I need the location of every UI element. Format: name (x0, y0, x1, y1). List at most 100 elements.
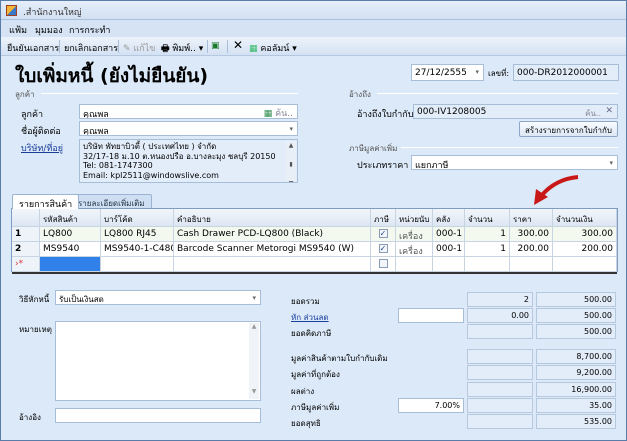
menu-action[interactable]: การกระทำ (69, 23, 110, 37)
column-header-description[interactable]: คำอธิบาย (174, 209, 371, 227)
ref-invoice-field[interactable]: 000-IV1208005ค้น..✕ (413, 104, 618, 119)
column-header-quantity[interactable]: จำนวน (465, 209, 510, 227)
menu-file[interactable]: แฟ้ม (9, 23, 27, 37)
date-picker[interactable]: 27/12/2555▾ (411, 64, 484, 81)
reference-input[interactable] (55, 408, 261, 423)
customer-search[interactable]: ▦ ค้น.. (264, 106, 293, 119)
column-header-product-code[interactable]: รหัสสินค้า (40, 209, 101, 227)
confirm-document-button[interactable]: ยืนยันเอกสาร (7, 41, 59, 55)
vat-count (467, 398, 533, 413)
cell-tax[interactable]: ✓ (371, 227, 396, 242)
cell-row-number[interactable]: 2 (12, 242, 40, 257)
note-scrollbar[interactable]: ▲▼ (249, 323, 259, 399)
cell-description[interactable]: Barcode Scanner Metorogi MS9540 (W) (174, 242, 371, 257)
tax-checkbox[interactable] (379, 259, 388, 268)
net-total-amount: 535.00 (536, 414, 616, 429)
correct-value-count (467, 365, 533, 380)
column-header-tax[interactable]: ภาษี (371, 209, 396, 227)
new-row-price[interactable] (510, 257, 553, 272)
new-row-amount[interactable] (553, 257, 617, 272)
print-button[interactable]: 🖶 พิมพ์.. ▾ (161, 41, 203, 57)
price-type-label: ประเภทราคา (357, 158, 408, 172)
column-header-price[interactable]: ราคา (510, 209, 553, 227)
cell-barcode[interactable]: LQ800 RJ45 (101, 227, 174, 242)
cell-barcode[interactable]: MS9540-1-C4800 (101, 242, 174, 257)
new-row-warehouse[interactable] (433, 257, 465, 272)
page-title: ใบเพิ่มหนี้ (ยังไม่ยืนยัน) (15, 61, 208, 91)
menu-view[interactable]: มุมมอง (35, 23, 63, 37)
tab-items[interactable]: รายการสินค้า (12, 194, 79, 209)
items-grid: รหัสสินค้าบาร์โค้ดคำอธิบายภาษีหน่วยนับคล… (11, 208, 618, 272)
deduction-method-label: วิธีหักหนี้ (19, 293, 49, 306)
delete-icon[interactable]: ✕ (233, 38, 243, 52)
customer-section-label: ลูกค้า (15, 88, 35, 101)
new-row-description[interactable] (174, 257, 371, 272)
excel-export-icon[interactable]: ▣ (211, 41, 220, 51)
difference-label: ผลต่าง (291, 385, 314, 398)
address-textarea[interactable]: บริษัท พัทยาบิวตี้ ( ประเทศไทย ) จำกัด 3… (79, 139, 298, 183)
reference-section-label: อ้างถึง (349, 88, 371, 101)
vat-section-label: ภาษีมูลค่าเพิ่ม (349, 142, 397, 155)
address-scrollbar[interactable]: ▲▮▼ (286, 141, 296, 181)
correct-value-label: มูลค่าที่ถูกต้อง (291, 368, 340, 381)
edit-button[interactable]: ✎ แก้ไข (123, 41, 155, 55)
column-header-barcode[interactable]: บาร์โค้ด (101, 209, 174, 227)
contact-dropdown[interactable]: คุณพล▾ (79, 121, 298, 136)
vat-amount: 35.00 (536, 398, 616, 413)
difference-count (467, 382, 533, 397)
new-row-product-code[interactable] (40, 257, 101, 272)
cell-unit[interactable]: เครื่อง (396, 227, 433, 242)
tax-checkbox[interactable]: ✓ (379, 229, 388, 238)
cell-amount[interactable]: 200.00 (553, 242, 617, 257)
ref-search[interactable]: ค้น.. (585, 107, 601, 119)
cell-quantity[interactable]: 1 (465, 242, 510, 257)
clear-icon[interactable]: ✕ (605, 106, 613, 116)
deduction-method-dropdown[interactable]: รับเป็นเงินสด▾ (55, 290, 261, 305)
discount-label[interactable]: หัก ส่วนลด (291, 311, 329, 324)
cell-description[interactable]: Cash Drawer PCD-LQ800 (Black) (174, 227, 371, 242)
note-label: หมายเหตุ (19, 323, 52, 336)
tax-checkbox[interactable]: ✓ (379, 244, 388, 253)
note-textarea[interactable]: ▲▼ (55, 321, 261, 401)
cell-price[interactable]: 200.00 (510, 242, 553, 257)
columns-button[interactable]: ▦ คอลัมน์ ▾ (249, 41, 297, 55)
cell-unit[interactable]: เครื่อง (396, 242, 433, 257)
discount-input[interactable] (398, 308, 464, 323)
new-row-unit[interactable] (396, 257, 433, 272)
customer-field[interactable]: คุณพล▦ ค้น.. (79, 104, 298, 119)
vat-input[interactable]: 7.00% (398, 398, 464, 413)
original-value-label: มูลค่าสินค้าตามใบกำกับเดิม (291, 352, 388, 365)
price-type-dropdown[interactable]: แยกภาษี▾ (411, 155, 618, 170)
discount-amount: 500.00 (536, 308, 616, 323)
cell-product-code[interactable]: MS9540 (40, 242, 101, 257)
new-row-barcode[interactable] (101, 257, 174, 272)
menu-bar: แฟ้ม มุมมอง การกระทำ (1, 20, 626, 37)
correct-value-amount: 9,200.00 (536, 365, 616, 380)
chevron-down-icon: ▾ (475, 68, 479, 76)
cell-product-code[interactable]: LQ800 (40, 227, 101, 242)
cell-amount[interactable]: 300.00 (553, 227, 617, 242)
cell-row-number[interactable]: 1 (12, 227, 40, 242)
cell-quantity[interactable]: 1 (465, 227, 510, 242)
tab-details[interactable]: รายละเอียดเพิ่มเติม (71, 194, 152, 209)
cell-warehouse[interactable]: 000-1 (433, 227, 465, 242)
column-header-amount[interactable]: จำนวนเงิน (553, 209, 617, 227)
cell-warehouse[interactable]: 000-1 (433, 242, 465, 257)
cell-price[interactable]: 300.00 (510, 227, 553, 242)
create-from-invoice-button[interactable]: สร้างรายการจากใบกำกับ (519, 121, 618, 137)
cancel-document-button[interactable]: ยกเลิกเอกสาร (64, 41, 118, 55)
column-header-warehouse[interactable]: คลัง (433, 209, 465, 227)
difference-amount: 16,900.00 (536, 382, 616, 397)
new-row-tax[interactable] (371, 257, 396, 272)
column-header-row-number[interactable] (12, 209, 40, 227)
new-row-quantity[interactable] (465, 257, 510, 272)
taxable-amount: 500.00 (536, 324, 616, 339)
reference-label: อ้างอิง (19, 411, 41, 424)
column-header-unit[interactable]: หน่วยนับ (396, 209, 433, 227)
new-row-marker[interactable]: ›* (12, 257, 40, 272)
cell-tax[interactable]: ✓ (371, 242, 396, 257)
address-link[interactable]: บริษัท/ที่อยู่ (21, 141, 63, 155)
chevron-down-icon: ▾ (252, 294, 256, 302)
total-count: 2 (467, 292, 533, 307)
edit-icon: ✎ (123, 44, 131, 54)
